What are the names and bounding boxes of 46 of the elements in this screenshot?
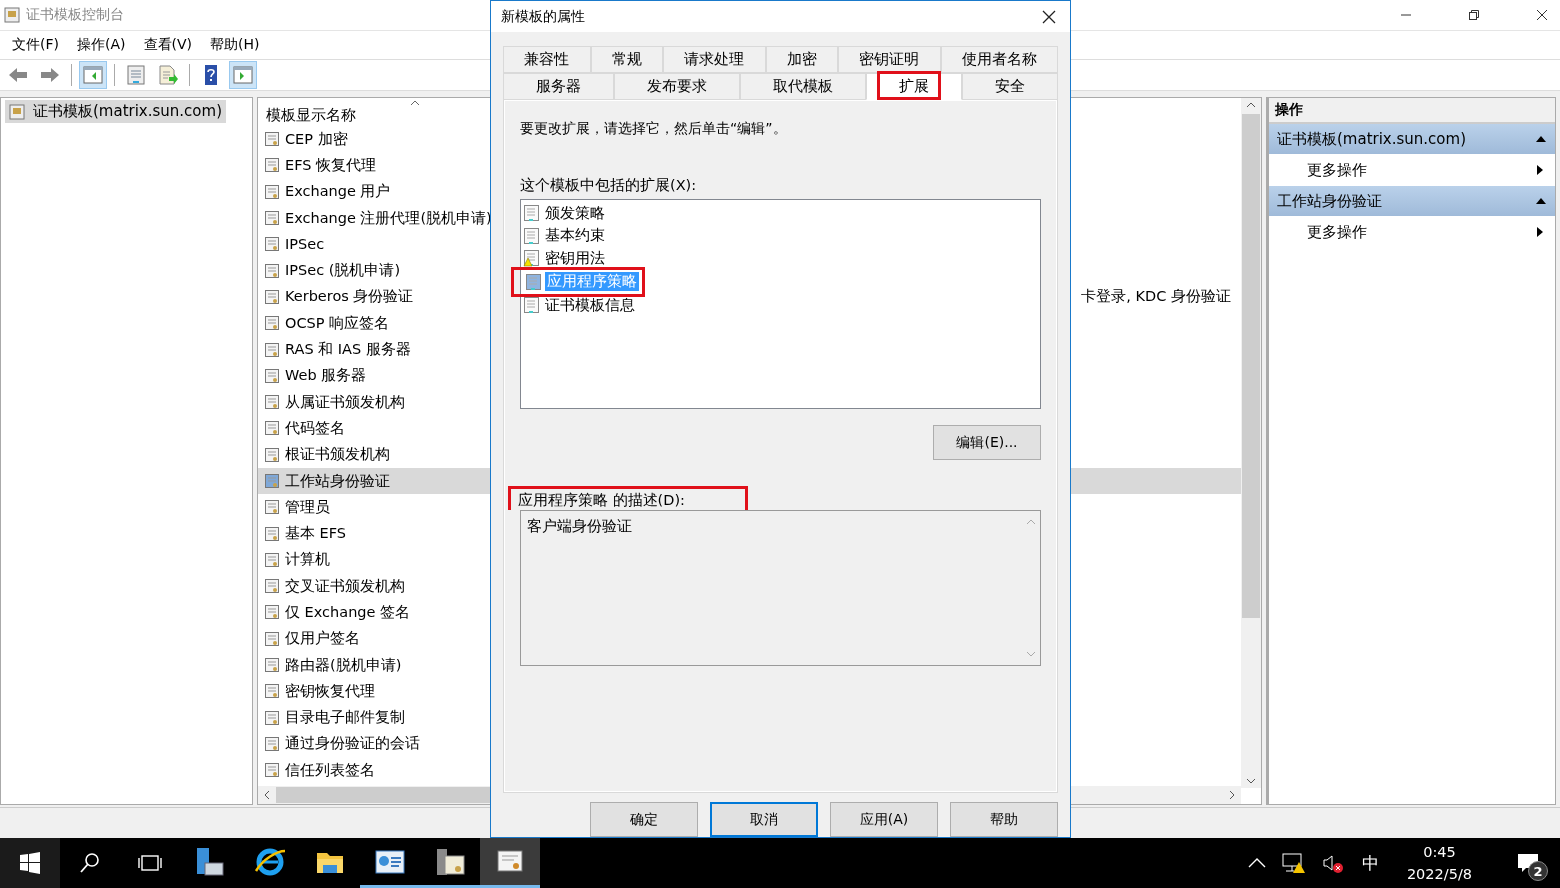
template-name: 通过身份验证的会话 bbox=[285, 734, 420, 754]
template-name: 仅用户签名 bbox=[285, 629, 360, 649]
action-item-label: 更多操作 bbox=[1307, 160, 1368, 180]
description-label: 应用程序策略 的描述(D): bbox=[518, 491, 685, 510]
template-name: 根证书颁发机构 bbox=[285, 445, 390, 465]
template-name: CEP 加密 bbox=[285, 129, 348, 149]
template-name: Exchange 用户 bbox=[285, 182, 391, 202]
extension-label: 证书模板信息 bbox=[544, 295, 636, 315]
extension-label: 基本约束 bbox=[544, 226, 606, 246]
template-name: RAS 和 IAS 服务器 bbox=[285, 340, 411, 359]
action-group-title: 工作站身份验证 bbox=[1277, 191, 1383, 211]
dialog-title: 新模板的属性 bbox=[501, 7, 585, 26]
template-name: 目录电子邮件复制 bbox=[285, 708, 405, 728]
template-name: Kerberos 身份验证 bbox=[285, 287, 414, 307]
template-name: 信任列表签名 bbox=[285, 760, 375, 780]
instruction-text: 要更改扩展，请选择它，然后单击“编辑”。 bbox=[520, 120, 788, 138]
template-name: 仅 Exchange 签名 bbox=[285, 603, 411, 622]
table-cell: 卡登录, KDC 身份验证 bbox=[1081, 287, 1231, 307]
template-name: 管理员 bbox=[285, 497, 330, 517]
template-name: IPSec bbox=[285, 236, 325, 253]
date-text: 2022/5/8 bbox=[1406, 865, 1472, 884]
template-name: OCSP 响应签名 bbox=[285, 313, 390, 333]
extension-label: 密钥用法 bbox=[544, 248, 606, 268]
tree-item-label: 证书模板(matrix.sun.com) bbox=[33, 102, 222, 121]
template-name: 交叉证书颁发机构 bbox=[285, 576, 405, 596]
notification-count: 2 bbox=[1528, 861, 1548, 881]
extension-label: 应用程序策略 bbox=[545, 272, 639, 292]
extensions-label: 这个模板中包括的扩展(X): bbox=[520, 176, 698, 195]
template-name: IPSec (脱机申请) bbox=[285, 261, 401, 281]
template-name: EFS 恢复代理 bbox=[285, 155, 377, 175]
window-title: 证书模板控制台 bbox=[26, 6, 124, 24]
template-name: 工作站身份验证 bbox=[285, 471, 390, 491]
time-text: 0:45 bbox=[1423, 843, 1456, 862]
template-name: 计算机 bbox=[285, 550, 330, 570]
template-name: Web 服务器 bbox=[285, 366, 367, 386]
action-group-title: 证书模板(matrix.sun.com) bbox=[1277, 129, 1467, 149]
template-name: 从属证书颁发机构 bbox=[285, 392, 405, 412]
actions-title: 操作 bbox=[1269, 98, 1555, 124]
template-name: 路由器(脱机申请) bbox=[285, 655, 402, 675]
description-text: 客户端身份验证 bbox=[527, 517, 632, 536]
template-name: 基本 EFS bbox=[285, 524, 347, 544]
template-name: 密钥恢复代理 bbox=[285, 681, 375, 701]
template-name: Exchange 注册代理(脱机申请) bbox=[285, 208, 492, 228]
action-item-label: 更多操作 bbox=[1307, 222, 1368, 242]
template-name: 代码签名 bbox=[285, 418, 345, 438]
extension-label: 颁发策略 bbox=[544, 203, 606, 223]
